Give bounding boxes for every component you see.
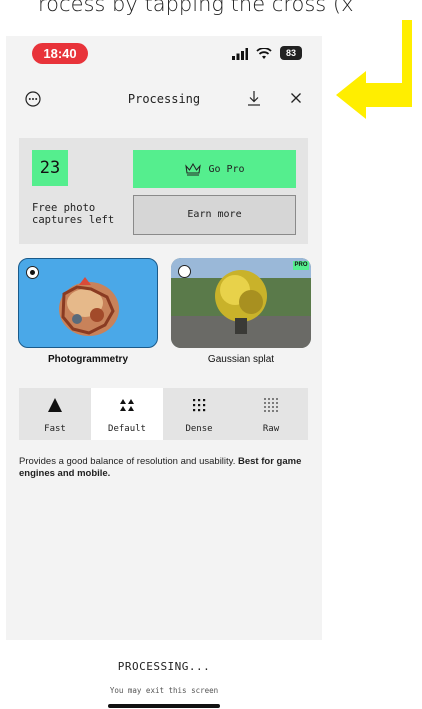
- density-option-default[interactable]: Default: [91, 388, 163, 440]
- four-triangles-icon: [120, 399, 134, 411]
- status-icons: 83: [232, 46, 302, 62]
- free-captures-label: Free photo captures left: [32, 202, 115, 226]
- more-options-icon[interactable]: [24, 90, 42, 108]
- method-gaussian-splat-card[interactable]: PRO: [171, 258, 311, 348]
- gaussian-splat-label: Gaussian splat: [207, 354, 275, 365]
- density-selector: Fast Default Dense Raw: [19, 388, 308, 440]
- go-pro-label: Go Pro: [208, 163, 245, 175]
- density-option-fast[interactable]: Fast: [19, 388, 91, 440]
- free-captures-count: 23: [32, 150, 68, 186]
- wifi-icon: [256, 48, 272, 59]
- top-header: Processing: [6, 84, 322, 116]
- dot-grid-icon: [193, 399, 206, 412]
- triangle-icon: [48, 398, 62, 412]
- processing-status: PROCESSING...: [117, 660, 211, 673]
- pro-badge: PRO: [293, 261, 309, 270]
- gaussian-splat-radio[interactable]: [178, 265, 191, 278]
- page-title: Processing: [127, 92, 201, 106]
- density-option-raw[interactable]: Raw: [235, 388, 307, 440]
- status-bar: 18:40 83: [6, 36, 322, 80]
- density-label-dense: Dense: [185, 424, 213, 434]
- home-indicator[interactable]: [108, 704, 220, 708]
- phone-screen: 18:40 83 Processing 23 Free photo captur…: [6, 36, 322, 709]
- signal-icon: [232, 48, 248, 60]
- battery-icon: 83: [280, 46, 302, 60]
- download-icon[interactable]: [246, 89, 262, 107]
- processing-panel: PROCESSING... You may exit this screen: [6, 640, 322, 709]
- density-label-fast: Fast: [44, 424, 66, 434]
- close-icon[interactable]: [288, 90, 304, 106]
- pro-upsell-card: 23 Free photo captures left Go Pro Earn …: [19, 138, 308, 244]
- earn-more-button[interactable]: Earn more: [133, 195, 296, 235]
- description-text: Provides a good balance of resolution an…: [19, 456, 238, 467]
- exit-hint: You may exit this screen: [109, 686, 219, 695]
- density-description: Provides a good balance of resolution an…: [19, 456, 309, 480]
- fine-dot-grid-icon: [264, 398, 278, 412]
- density-label-default: Default: [108, 424, 146, 434]
- photogrammetry-radio[interactable]: [26, 266, 39, 279]
- status-time: 18:40: [32, 43, 88, 64]
- density-option-dense[interactable]: Dense: [163, 388, 235, 440]
- caption-text: rocess by tapping the cross (x: [38, 0, 354, 16]
- photogrammetry-preview-image: [59, 277, 119, 336]
- go-pro-button[interactable]: Go Pro: [133, 150, 296, 188]
- density-label-raw: Raw: [262, 424, 280, 434]
- photogrammetry-label: Photogrammetry: [47, 354, 128, 365]
- method-photogrammetry-card[interactable]: [18, 258, 158, 348]
- crown-icon: [185, 163, 202, 176]
- gaussian-splat-preview-image: [171, 258, 311, 348]
